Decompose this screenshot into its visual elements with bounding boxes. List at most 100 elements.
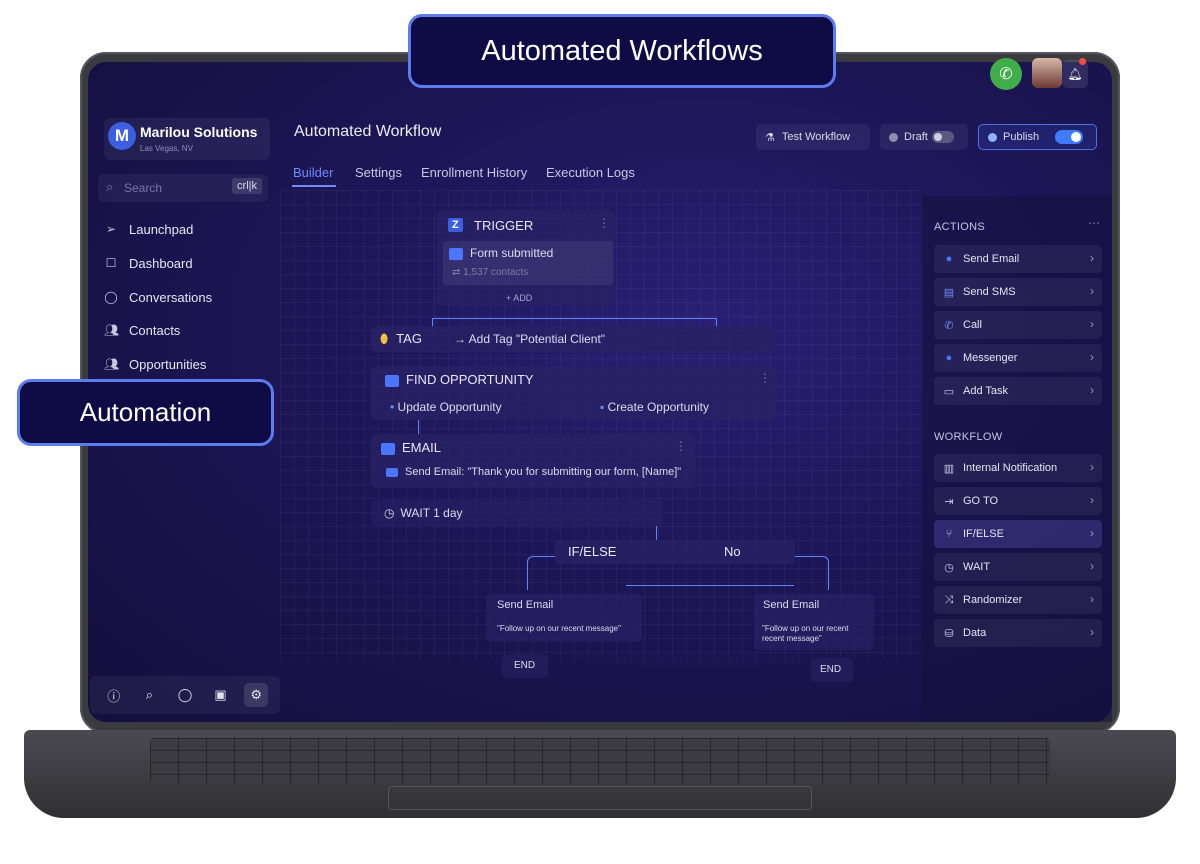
mail-icon — [386, 467, 398, 477]
right-end-label: END — [820, 664, 842, 675]
action-messenger[interactable]: ● Messenger › — [934, 344, 1102, 372]
workflow-item-label: Randomizer — [963, 594, 1023, 606]
phone-icon: ✆ — [944, 319, 954, 332]
info-icon[interactable]: ⓘ — [102, 683, 126, 707]
chevron-right-icon: › — [1090, 383, 1094, 397]
email-icon: ● — [945, 253, 953, 265]
search-icon[interactable]: ⌕ — [137, 683, 161, 707]
opportunity-option-create[interactable]: ▪ Create Opportunity — [600, 400, 709, 414]
tag-action-text: Add Tag "Potential Client" — [468, 332, 606, 346]
find-opportunity-text: FIND OPPORTUNITY — [406, 372, 534, 387]
wait-label-text: WAIT 1 day — [400, 506, 463, 520]
sidebar-item-conversations[interactable]: ◯ Conversations — [104, 286, 212, 308]
bullet-icon: • — [390, 400, 398, 414]
find-opportunity-label: FIND OPPORTUNITY — [385, 372, 534, 387]
opportunity-option-update[interactable]: • Update Opportunity — [390, 400, 502, 414]
tab-builder[interactable]: Builder — [293, 165, 333, 180]
email-action: Send Email: "Thank you for submitting ou… — [386, 466, 681, 478]
workflow-item-label: WAIT — [963, 561, 991, 573]
action-label: Add Task — [963, 385, 1009, 397]
connector-opp-email — [418, 420, 419, 434]
workflow-randomizer[interactable]: ⤨ Randomizer › — [934, 586, 1102, 614]
draft-switch[interactable] — [931, 131, 954, 143]
draft-label: Draft — [904, 131, 928, 143]
chat-icon: ◯ — [104, 290, 118, 304]
test-workflow-button[interactable]: ⚗ Test Workflow — [756, 124, 870, 150]
sidebar-item-contacts[interactable]: 👥︎ Contacts — [104, 319, 180, 341]
workflow-internal-notification[interactable]: ▥ Internal Notification › — [934, 454, 1102, 482]
workflow-item-label: Internal Notification — [963, 462, 1058, 474]
chat-icon[interactable]: ◯ — [173, 683, 197, 707]
workflow-data[interactable]: ⛁ Data › — [934, 619, 1102, 647]
email-menu-icon[interactable]: ⋮ — [675, 439, 687, 453]
search-box[interactable]: ⌕ Search crl|k — [98, 174, 268, 202]
action-send-sms[interactable]: ▤ Send SMS › — [934, 278, 1102, 306]
phone-icon: ✆ — [999, 66, 1013, 83]
chevron-right-icon: › — [1090, 493, 1094, 507]
opportunities-icon: 👥︎ — [104, 357, 120, 371]
sidebar-item-launchpad[interactable]: ➢ Launchpad — [104, 218, 193, 240]
action-add-task[interactable]: ▭ Add Task › — [934, 377, 1102, 405]
trigger-menu-icon[interactable]: ⋮ — [598, 216, 610, 230]
right-send-email-title: Send Email — [763, 599, 820, 611]
tab-settings[interactable]: Settings — [355, 165, 402, 180]
form-icon — [449, 247, 463, 260]
trigger-label: TRIGGER — [474, 218, 534, 233]
left-send-email-message: "Follow up on our recent message" — [497, 624, 621, 633]
trigger-contacts: ⇄ 1,537 contacts — [452, 267, 529, 278]
left-send-email-title: Send Email — [497, 599, 554, 611]
publish-switch[interactable] — [1055, 130, 1083, 144]
connector-merge — [626, 585, 794, 586]
draft-dot — [889, 132, 898, 142]
action-label: Messenger — [963, 352, 1018, 364]
right-send-email-message: "Follow up on our recent recent message" — [762, 624, 849, 643]
search-icon: ⌕ — [106, 179, 114, 194]
trigger-badge: Z — [448, 218, 463, 232]
connector-wait-ifelse — [656, 526, 657, 540]
chevron-right-icon: › — [1090, 284, 1094, 298]
workflow-item-label: IF/ELSE — [963, 528, 1004, 540]
search-placeholder: Search — [124, 181, 163, 195]
email-icon — [381, 442, 395, 455]
email-label-text: EMAIL — [402, 440, 442, 455]
goto-icon: ⇥ — [944, 495, 954, 508]
chevron-right-icon: › — [1090, 251, 1094, 265]
actions-heading: ACTIONS — [934, 221, 985, 233]
draft-toggle[interactable]: Draft — [880, 124, 968, 150]
chevron-right-icon: › — [1090, 625, 1094, 639]
chevron-right-icon: › — [1090, 317, 1094, 331]
action-label: Send Email — [963, 253, 1020, 265]
brand-block[interactable]: M Marilou Solutions Las Vegas, NV — [104, 118, 270, 160]
action-send-email[interactable]: ● Send Email › — [934, 245, 1102, 273]
task-icon: ▭ — [943, 385, 955, 398]
calendar-icon[interactable]: ▣ — [209, 683, 233, 707]
action-label: Call — [963, 319, 982, 331]
action-label: Send SMS — [963, 286, 1016, 298]
sidebar-item-label: Conversations — [129, 289, 213, 305]
tag-icon: ⬮ — [380, 331, 389, 346]
find-opportunity-menu-icon[interactable]: ⋮ — [759, 371, 771, 385]
user-avatar[interactable] — [1032, 58, 1062, 88]
actions-more-icon[interactable]: ⋯ — [1088, 216, 1100, 230]
workflow-wait[interactable]: ◷ WAIT › — [934, 553, 1102, 581]
publish-toggle[interactable]: Publish — [978, 124, 1097, 150]
settings-icon[interactable]: ⚙ — [244, 683, 269, 707]
workflow-ifelse[interactable]: ⑂ IF/ELSE › — [934, 520, 1102, 548]
workflow-item-label: Data — [963, 627, 987, 639]
messenger-icon: ● — [945, 352, 953, 364]
laptop-keyboard — [150, 738, 1050, 784]
action-call[interactable]: ✆ Call › — [934, 311, 1102, 339]
connector-left-branch — [527, 556, 555, 590]
sidebar-item-opportunities[interactable]: 👥︎ Opportunities — [104, 353, 206, 375]
contacts-icon: 👥︎ — [104, 323, 120, 337]
sidebar-item-dashboard[interactable]: ☐ Dashboard — [104, 252, 193, 274]
trigger-event-label: Form submitted — [470, 246, 554, 260]
phone-call-button[interactable]: ✆ — [990, 58, 1022, 90]
workflow-goto[interactable]: ⇥ GO TO › — [934, 487, 1102, 515]
tab-execution-logs[interactable]: Execution Logs — [546, 165, 635, 180]
publish-dot — [988, 132, 997, 142]
trigger-add-button[interactable]: + ADD — [506, 293, 532, 303]
option-create-label: Create Opportunity — [607, 400, 709, 414]
ifelse-branch-no: No — [724, 544, 741, 559]
tab-enrollment-history[interactable]: Enrollment History — [421, 165, 527, 180]
